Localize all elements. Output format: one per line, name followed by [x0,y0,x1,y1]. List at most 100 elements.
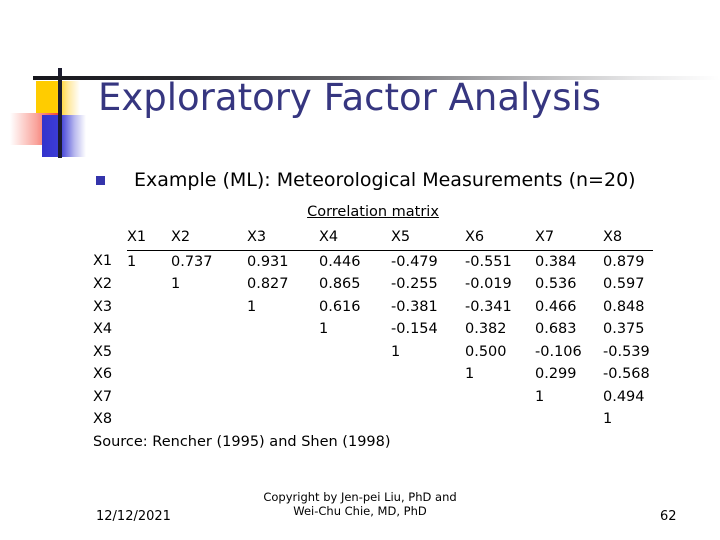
table-cell [127,408,171,431]
table-header-cell-x5: X5 [391,226,465,251]
table-header-cell-x3: X3 [247,226,319,251]
table-cell: 0.446 [319,253,361,270]
table-cell: -0.255 [391,276,438,292]
table-cell: 0.597 [603,276,645,292]
table-header-cell-x4: X4 [319,226,391,251]
footer-page-number: 62 [660,509,677,524]
table-cell [171,341,247,364]
table-cell [319,363,391,386]
table-cell [127,341,171,364]
table-row-label: X5 [93,343,113,360]
table-cell: -0.381 [391,298,438,315]
table-cell: 0.536 [535,276,577,292]
table-cell [127,273,171,296]
table-cell: 0.382 [465,321,507,337]
table-row-label: X4 [93,321,113,337]
table-cell [247,408,319,431]
table-cell: 0.879 [603,253,645,270]
table-header-row: X1 X2 X3 X4 X5 X6 X7 X8 [93,226,653,251]
table-cell [127,386,171,409]
footer-copyright-line-2: Wei-Chu Chie, MD, PhD [293,504,427,518]
table-header-rowlabel-spacer [93,226,127,250]
bullet-item: Example (ML): Meteorological Measurement… [96,168,636,192]
table-cell: -0.106 [535,343,582,360]
table-cell [127,296,171,319]
table-row: X5 1 0.500 -0.106 -0.539 [93,341,653,364]
correlation-matrix-table: X1 X2 X3 X4 X5 X6 X7 X8 X1 1 0.737 0.931 0.446 -0.47… [93,226,653,431]
table-cell: 0.466 [535,298,577,315]
table-row: X7 1 0.494 [93,386,653,409]
table-row: X4 1 -0.154 0.382 0.683 0.375 [93,318,653,341]
decoration-blue-square [42,115,86,157]
table-cell: 0.384 [535,253,577,270]
table-cell [391,386,465,409]
footer-copyright-line-1: Copyright by Jen-pei Liu, PhD and [263,490,457,504]
source-citation: Source: Rencher (1995) and Shen (1998) [93,433,391,450]
table-cell: 0.500 [465,343,507,360]
table-cell: 1 [391,343,401,360]
table-cell [247,386,319,409]
table-cell [391,363,465,386]
table-cell [247,363,319,386]
table-cell: 0.931 [247,253,289,270]
bullet-item-label: Example (ML): Meteorological Measurement… [134,169,636,191]
table-cell [319,341,391,364]
table-cell: 0.827 [247,276,289,292]
table-cell [319,386,391,409]
table-row-label: X7 [93,388,113,405]
table-cell: 0.865 [319,276,361,292]
decoration-vertical-bar [58,68,62,158]
table-cell: -0.341 [465,298,512,315]
table-cell [127,318,171,341]
table-cell [171,363,247,386]
decoration-yellow-square [36,81,80,119]
table-cell: 0.299 [535,366,577,382]
footer-copyright: Copyright by Jen-pei Liu, PhD and Wei-Ch… [230,490,490,518]
table-cell: -0.154 [391,321,438,337]
table-cell [535,408,603,431]
table-cell: 1 [465,366,475,382]
table-header-cell-x2: X2 [171,226,247,251]
table-cell [319,408,391,431]
table-header-cell-x8: X8 [603,226,653,251]
table-cell: -0.568 [603,366,650,382]
correlation-matrix-block: Correlation matrix X1 X2 X3 X4 X5 X6 X7 X8 X1 1 0… [93,203,653,453]
decoration-red-square [10,113,58,145]
table-cell [127,363,171,386]
table-row-label: X2 [93,276,113,292]
table-row: X2 1 0.827 0.865 -0.255 -0.019 0.536 0.597 [93,273,653,296]
table-cell [171,318,247,341]
table-body: X1 1 0.737 0.931 0.446 -0.479 -0.551 0.384 0.879… [93,250,653,431]
table-row: X8 1 [93,408,653,431]
table-cell: -0.551 [465,253,512,270]
table-cell: 0.737 [171,253,213,270]
table-row-label: X1 [93,253,113,269]
table-cell: 0.494 [603,388,645,405]
table-row-label: X8 [93,411,113,427]
page-title: Exploratory Factor Analysis [98,76,602,119]
table-row: X3 1 0.616 -0.381 -0.341 0.466 0.848 [93,296,653,319]
table-cell: -0.479 [391,253,438,270]
table-cell: 1 [127,253,137,270]
table-cell: -0.539 [603,343,650,360]
table-cell: 1 [247,298,257,315]
table-row-label: X3 [93,298,113,315]
table-cell: 0.683 [535,321,577,337]
table-header-cell-x7: X7 [535,226,603,251]
correlation-matrix-caption: Correlation matrix [307,204,439,220]
table-cell: 1 [603,411,613,427]
table-row-label: X6 [93,366,113,382]
table-cell [171,408,247,431]
table-cell [247,318,319,341]
table-cell [247,341,319,364]
table-cell [171,386,247,409]
table-cell [465,386,535,409]
table-header-cell-x6: X6 [465,226,535,251]
footer-date: 12/12/2021 [96,509,171,524]
table-cell: 1 [319,321,329,337]
table-cell [465,408,535,431]
square-bullet-icon [96,175,105,185]
table-cell: 0.375 [603,321,645,337]
table-cell: -0.019 [465,276,512,292]
table-row: X1 1 0.737 0.931 0.446 -0.479 -0.551 0.384 0.879 [93,250,653,273]
